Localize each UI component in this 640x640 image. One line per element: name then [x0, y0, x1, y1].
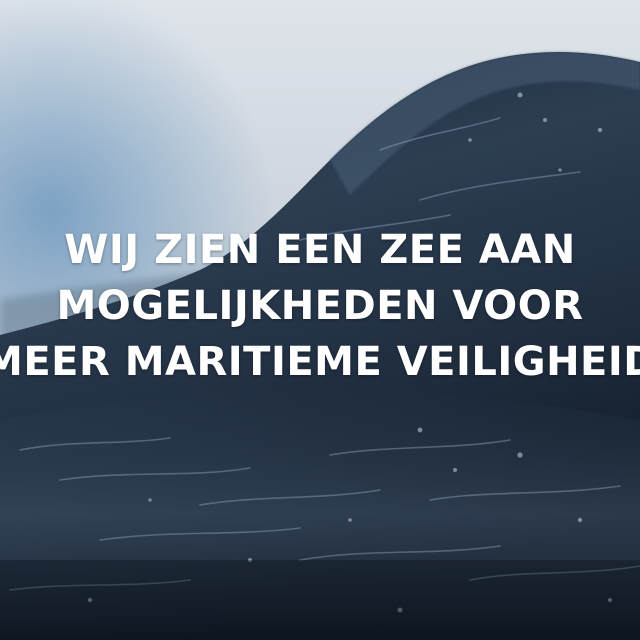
hero-banner: WIJ ZIEN EEN ZEE AAN MOGELIJKHEDEN VOOR … [0, 0, 640, 640]
headline-line-3: MEER MARITIEME VEILIGHEID [0, 339, 640, 385]
headline-line-1: WIJ ZIEN EEN ZEE AAN [64, 227, 576, 273]
headline: WIJ ZIEN EEN ZEE AAN MOGELIJKHEDEN VOOR … [0, 222, 640, 390]
headline-line-2: MOGELIJKHEDEN VOOR [56, 283, 584, 329]
